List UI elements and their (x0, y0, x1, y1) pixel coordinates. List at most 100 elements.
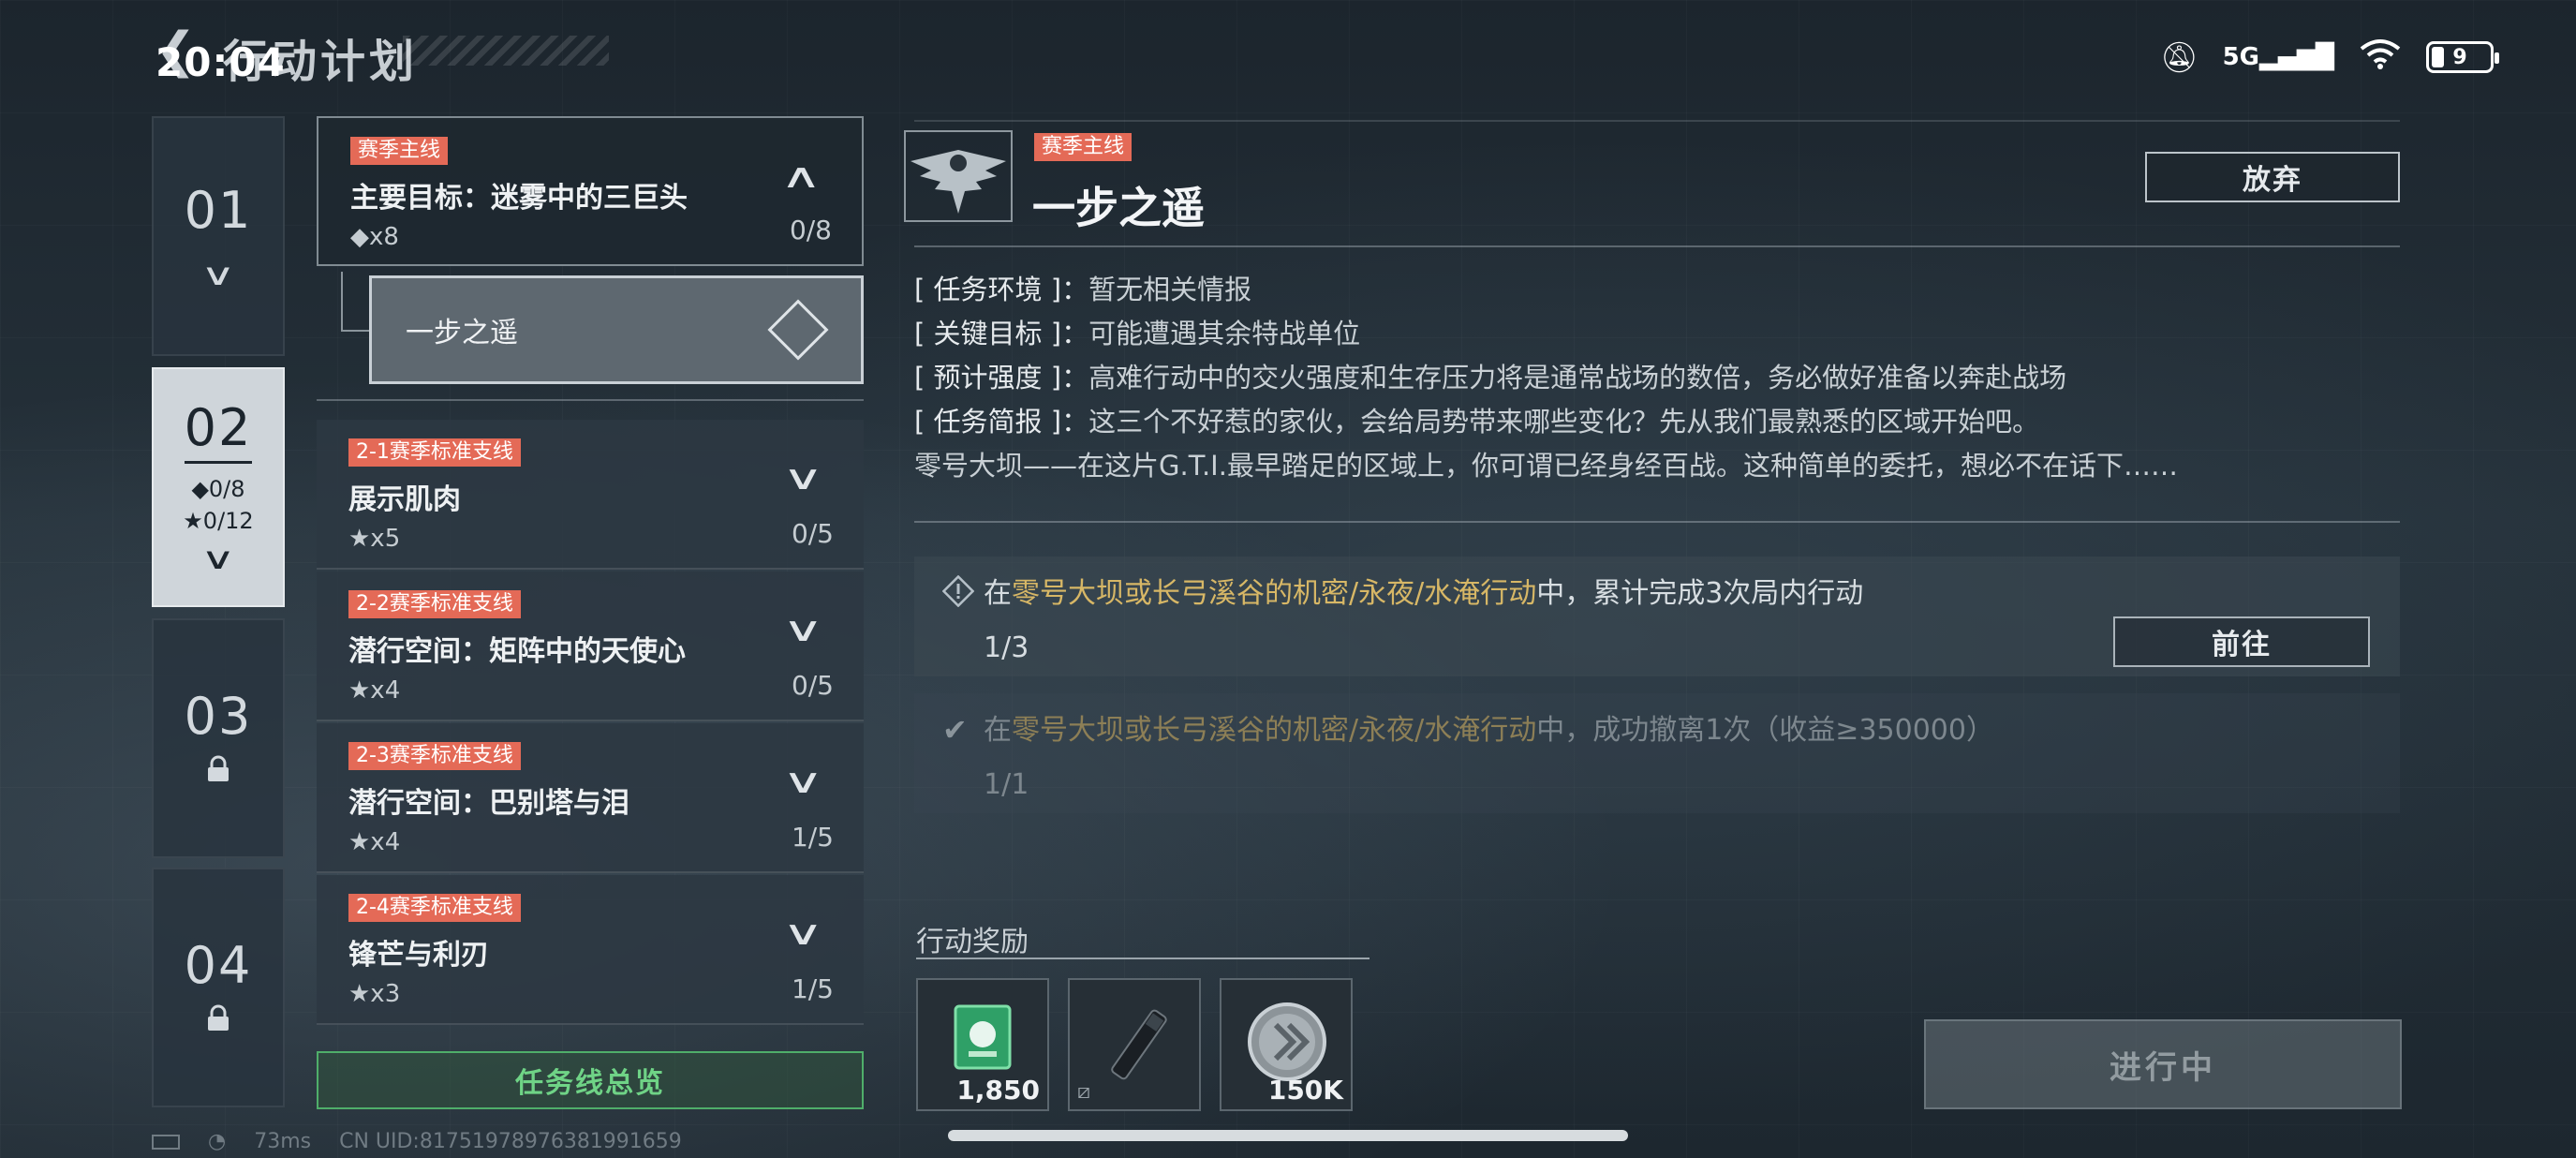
reward-item-experience[interactable]: 1,850 (916, 978, 1049, 1111)
brief-line-intensity: [ 预计强度 ]：高难行动中的交火强度和生存压力将是通常战场的数倍，务必做好准备… (914, 356, 2178, 400)
chapter-tab-04[interactable]: 04 (152, 868, 285, 1107)
chevron-down-icon: ∨ (200, 541, 236, 576)
rewards-title: 行动奖励 (916, 926, 1029, 958)
brief-key: [ 预计强度 ]： (914, 362, 1089, 393)
task-prefix: 在 (984, 714, 1012, 747)
task-suffix: 中，累计完成3次局内行动 (1536, 577, 1864, 610)
brief-line-target: [ 关键目标 ]：可能遭遇其余特战单位 (914, 312, 2178, 356)
mission-branch-2-2[interactable]: 2-2赛季标准支线 潜行空间：矩阵中的天使心 ★x4 0/5 ∨ (317, 572, 864, 721)
mission-tag: 2-4赛季标准支线 (348, 894, 521, 922)
battery-icon: 9 (2426, 41, 2499, 73)
status-clock: 20:04 (155, 39, 286, 85)
mission-progress: 1/5 (791, 822, 834, 853)
ping-value: 73ms (254, 1130, 312, 1153)
tree-connector (341, 272, 369, 332)
mission-tag: 2-2赛季标准支线 (348, 590, 521, 618)
mission-progress: 0/5 (791, 518, 834, 549)
brief-key: [ 任务环境 ]： (914, 274, 1089, 305)
battery-level: 9 (2452, 45, 2467, 69)
experience-card-icon (952, 1004, 1014, 1076)
task-prefix: 在 (984, 577, 1012, 610)
top-divider (914, 120, 2400, 122)
lock-icon (206, 1004, 230, 1039)
no-trade-icon: ⧄ (1077, 1080, 1090, 1104)
mission-main[interactable]: 赛季主线 主要目标：迷雾中的三巨头 ◆x8 0/8 ∧ (317, 116, 864, 266)
brief-extra: 零号大坝——在这片G.T.I.最早踏足的区域上，你可谓已经身经百战。这种简单的委… (914, 450, 2178, 482)
mission-reward: ★x5 (348, 525, 401, 553)
mission-overview-button[interactable]: 任务线总览 (317, 1051, 864, 1109)
chevron-down-icon: ∨ (200, 256, 236, 292)
reward-amount: 150K (1267, 1075, 1343, 1106)
status-icons: 🔕︎ 5G▂▄▆█ 9 (2159, 37, 2499, 77)
go-button[interactable]: 前往 (2113, 616, 2370, 667)
mission-tag: 赛季主线 (350, 137, 449, 165)
divider (317, 399, 864, 401)
chevron-down-icon: ∨ (781, 914, 824, 953)
chapter-star-progress: ★0/12 (183, 508, 254, 534)
footer-info: ◔ 73ms CN UID:81751978976381991659 (152, 1130, 682, 1153)
chevron-up-icon: ∧ (779, 157, 822, 196)
wifi-small-icon: ◔ (208, 1130, 227, 1153)
mission-tag: 2-1赛季标准支线 (348, 438, 521, 467)
network-label: 5G (2222, 43, 2260, 71)
objective-diamond-icon (767, 299, 829, 361)
chapter-number: 01 (184, 180, 253, 240)
wifi-icon (2359, 37, 2402, 77)
reward-item-weapon-part[interactable]: ⧄ (1068, 978, 1201, 1111)
brief-key: [ 关键目标 ]： (914, 318, 1089, 349)
lock-icon (206, 755, 230, 790)
mission-branch-2-3[interactable]: 2-3赛季标准支线 潜行空间：巴别塔与泪 ★x4 1/5 ∨ (317, 723, 864, 873)
chapter-number: 04 (184, 936, 253, 995)
mission-progress: 0/8 (789, 215, 832, 245)
checkmark-icon: ✔ (942, 712, 968, 748)
signal-icon: 5G▂▄▆█ (2222, 43, 2334, 71)
brief-value: 可能遭遇其余特战单位 (1088, 318, 1361, 349)
chapter-tab-02[interactable]: 02 ◆0/8 ★0/12 ∨ (152, 367, 285, 607)
uid-text: CN UID:81751978976381991659 (339, 1130, 682, 1153)
task-text: 在零号大坝或长弓溪谷的机密/永夜/水淹行动中，累计完成3次局内行动 (984, 570, 2400, 611)
task-highlight: 零号大坝或长弓溪谷的机密/永夜/水淹行动 (1012, 714, 1537, 747)
mission-reward: ★x4 (348, 676, 401, 705)
task-progress: 1/1 (984, 768, 1029, 801)
mission-branch-2-4[interactable]: 2-4赛季标准支线 锋芒与利刃 ★x3 1/5 ∨ (317, 875, 864, 1025)
tasks-divider (914, 521, 2400, 523)
chevron-down-icon: ∨ (781, 459, 824, 497)
detail-tag: 赛季主线 (1034, 133, 1133, 161)
chapter-tab-01[interactable]: 01 ∨ (152, 116, 285, 356)
eagle-emblem-icon (903, 129, 1014, 223)
reward-item-currency[interactable]: 150K (1220, 978, 1353, 1111)
sub-mission-label: 一步之遥 (406, 317, 518, 349)
mission-brief: [ 任务环境 ]：暂无相关情报 [ 关键目标 ]：可能遭遇其余特战单位 [ 预计… (914, 268, 2178, 488)
task-highlight: 零号大坝或长弓溪谷的机密/永夜/水淹行动 (1012, 577, 1537, 610)
task-suffix: 中，成功撤离1次（收益≥350000） (1536, 714, 1994, 747)
mission-progress: 0/5 (791, 670, 834, 701)
in-progress-button: 进行中 (1924, 1019, 2402, 1109)
mission-reward: ◆x8 (350, 223, 399, 251)
chevron-down-icon: ∨ (781, 611, 824, 649)
mission-reward: ★x4 (348, 828, 401, 856)
task-text: 在零号大坝或长弓溪谷的机密/永夜/水淹行动中，成功撤离1次（收益≥350000） (984, 706, 2400, 748)
brief-value: 这三个不好惹的家伙，会给局势带来哪些变化？先从我们最熟悉的区域开始吧。 (1088, 406, 2040, 438)
chapter-main-progress: ◆0/8 (191, 476, 245, 502)
mission-branch-2-1[interactable]: 2-1赛季标准支线 展示肌肉 ★x5 0/5 ∨ (317, 420, 864, 570)
detail-tag-wrap: 赛季主线 (1034, 133, 1133, 161)
rewards-underline (916, 958, 1369, 959)
abandon-button[interactable]: 放弃 (2145, 152, 2400, 202)
header-decoration (403, 36, 609, 66)
mission-progress: 1/5 (791, 973, 834, 1004)
detail-divider (914, 245, 2400, 247)
mute-icon: 🔕︎ (2159, 39, 2198, 75)
home-indicator[interactable] (948, 1130, 1628, 1141)
brief-line-summary: [ 任务简报 ]：这三个不好惹的家伙，会给局势带来哪些变化？先从我们最熟悉的区域… (914, 400, 2178, 444)
reward-amount: 1,850 (956, 1075, 1040, 1106)
chapter-number: 02 (184, 398, 253, 464)
chapter-tab-03[interactable]: 03 (152, 618, 285, 858)
brief-key: [ 任务简报 ]： (914, 406, 1089, 438)
brief-value: 暂无相关情报 (1088, 274, 1252, 305)
sub-mission-item[interactable]: 一步之遥 (369, 275, 864, 384)
chapter-number: 03 (184, 687, 253, 746)
chevron-down-icon: ∨ (781, 763, 824, 801)
mission-tag: 2-3赛季标准支线 (348, 742, 521, 770)
mission-reward: ★x3 (348, 980, 401, 1008)
weapon-suppressor-icon (1088, 997, 1186, 1098)
